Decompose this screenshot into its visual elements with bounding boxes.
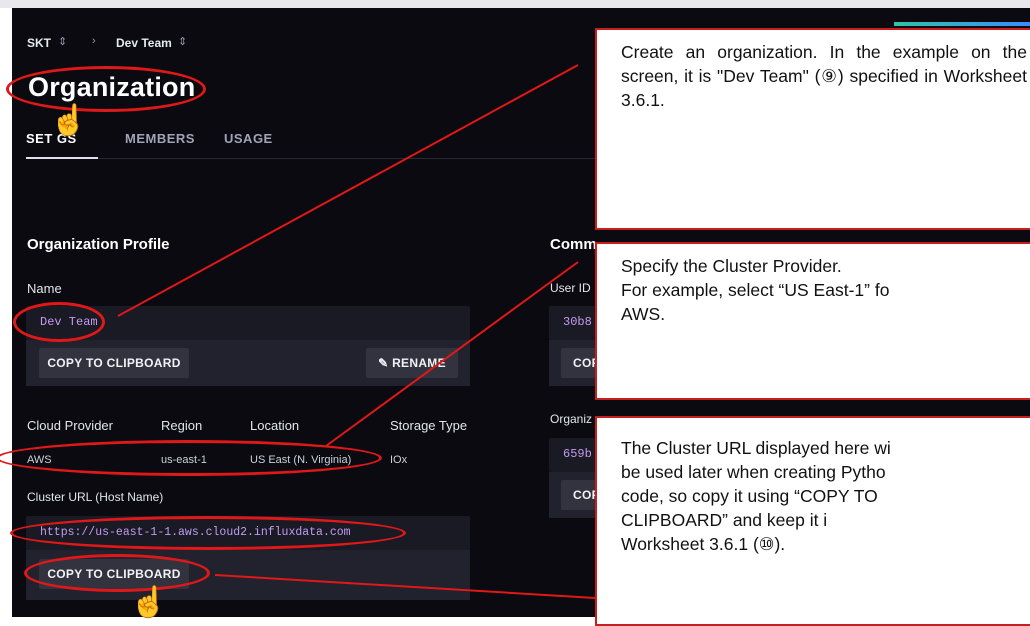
pencil-icon: ✎ <box>378 356 393 370</box>
org-id-value: 659b <box>563 447 592 461</box>
breadcrumb-team[interactable]: Dev Team <box>116 36 172 50</box>
pointer-hand-icon-copy: ☝ <box>130 586 168 619</box>
annotation-ring-copy-button <box>24 554 210 592</box>
tab-divider <box>98 158 600 159</box>
column-storage-type: Storage Type <box>390 418 468 433</box>
rename-label: RENAME <box>392 356 446 370</box>
annotation-ring-provider <box>0 440 382 476</box>
active-tab-indicator <box>26 157 98 159</box>
cluster-url-label: Cluster URL (Host Name) <box>27 490 164 504</box>
tab-members[interactable]: MEMBERS <box>125 131 195 146</box>
org-switch-icon[interactable]: ⇕ <box>58 35 67 48</box>
name-label: Name <box>27 281 62 296</box>
annotation-ring-cluster-url <box>10 516 406 550</box>
section-heading-common-ids: Comm <box>550 236 597 253</box>
storage-type-value: IOx <box>390 454 408 466</box>
column-location: Location <box>250 418 300 433</box>
org-id-label: Organiz <box>550 412 593 426</box>
team-switch-icon[interactable]: ⇕ <box>178 35 187 48</box>
callout-create-organization: Create an organization. In the example o… <box>595 28 1030 230</box>
callout-cluster-provider: Specify the Cluster Provider. For exampl… <box>595 242 1030 400</box>
user-id-value: 30b8 <box>563 315 592 329</box>
column-region: Region <box>161 418 203 433</box>
pointer-hand-icon-tab: ☝ <box>50 104 88 137</box>
user-id-label: User ID <box>550 281 591 295</box>
annotation-ring-name <box>13 302 105 342</box>
rename-button[interactable]: ✎ RENAME <box>366 348 458 378</box>
tab-usage[interactable]: USAGE <box>224 131 273 146</box>
copy-name-button[interactable]: COPY TO CLIPBOARD <box>39 348 189 378</box>
breadcrumb-separator: › <box>92 35 96 47</box>
callout-cluster-url: The Cluster URL displayed here wi be use… <box>595 416 1030 626</box>
section-heading-organization-profile: Organization Profile <box>27 236 170 253</box>
column-cloud-provider: Cloud Provider <box>27 418 113 433</box>
header-accent-bar <box>894 22 1030 26</box>
breadcrumb-org[interactable]: SKT <box>27 36 51 50</box>
top-strip <box>0 0 1030 8</box>
annotation-ring-title <box>6 66 206 112</box>
